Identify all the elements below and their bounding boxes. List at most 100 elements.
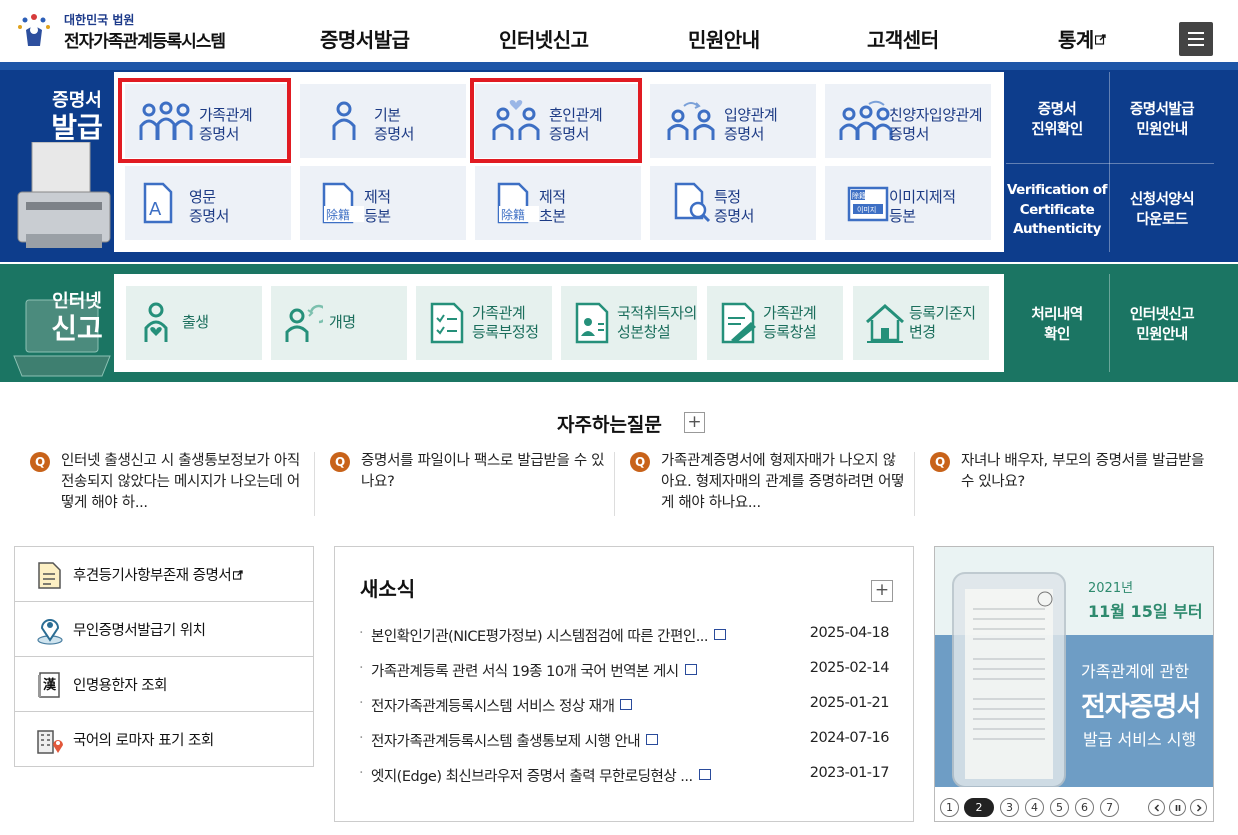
- hamburger-menu-button[interactable]: [1179, 22, 1213, 56]
- tile-label: 이미지제적 등본: [889, 188, 956, 225]
- question-icon: Q: [30, 452, 50, 472]
- banner-date: 11월 15일 부터: [1088, 602, 1203, 621]
- banner-page-1[interactable]: 1: [940, 798, 959, 817]
- site-title[interactable]: 전자가족관계등록시스템: [64, 27, 226, 52]
- svg-text:除籍: 除籍: [852, 191, 866, 200]
- nav-statistics-label: 통계: [1058, 28, 1094, 52]
- news-item-date: 2025-02-14: [809, 660, 890, 676]
- nav-civil-guide[interactable]: 민원안내: [688, 24, 760, 53]
- nav-customer-center[interactable]: 고객센터: [867, 24, 939, 53]
- tile-image-register-copy[interactable]: 除籍 이미지 이미지제적 등본: [825, 166, 991, 240]
- document-icon: [620, 699, 633, 710]
- quick-link-kiosk-location[interactable]: 무인증명서발급기 위치: [15, 602, 313, 657]
- banner-prev-icon[interactable]: [1148, 799, 1165, 816]
- quick-link-label: 국어의 로마자 표기 조회: [73, 733, 214, 749]
- process-history-link[interactable]: 처리내역 확인: [1006, 305, 1108, 345]
- english-doc-icon: A: [143, 182, 173, 224]
- tile-specific-cert[interactable]: 특정 증명서: [650, 166, 816, 240]
- tile-label: 가족관계 등록창설: [763, 304, 817, 341]
- verification-link[interactable]: Verification of Certificate Authenticity: [1006, 181, 1108, 240]
- news-item-date: 2025-04-18: [809, 625, 890, 641]
- e-cert-banner[interactable]: 2021년 11월 15일 부터 가족관계에 관한 전자증명서 발급 서비스 시…: [934, 546, 1214, 822]
- external-link-icon: [233, 570, 243, 580]
- tile-label: 입양관계 증명서: [724, 106, 778, 143]
- banner-page-2[interactable]: 2: [964, 798, 994, 817]
- highlight-box: [118, 78, 291, 163]
- svg-text:이미지: 이미지: [857, 205, 876, 214]
- question-icon: Q: [330, 452, 350, 472]
- news-item-title: 전자가족관계등록시스템 출생통보제 시행 안내: [371, 730, 659, 751]
- image-doc-icon: 除籍 이미지: [847, 186, 889, 222]
- tile-full-adoption-cert[interactable]: 친양자입양관계 증명서: [825, 84, 991, 158]
- pen-doc-icon: [721, 302, 756, 344]
- house-icon: [866, 303, 904, 343]
- nav-cert-issue[interactable]: 증명서발급: [320, 24, 410, 53]
- svg-text:除籍: 除籍: [501, 207, 525, 222]
- news-item[interactable]: · 전자가족관계등록시스템 서비스 정상 재개 2025-01-21: [359, 695, 890, 719]
- tile-register-creation[interactable]: 가족관계 등록창설: [707, 286, 843, 360]
- tile-label: 가족관계 등록부정정: [472, 304, 539, 341]
- banner-pause-icon[interactable]: [1169, 799, 1186, 816]
- faq-text: 인터넷 출생신고 시 출생통보정보가 아직 전송되지 않았다는 메시지가 나오는…: [61, 453, 300, 511]
- tile-birth-report[interactable]: 출생: [126, 286, 262, 360]
- search-doc-icon: [674, 182, 711, 223]
- news-item[interactable]: · 엣지(Edge) 최신브라우저 증명서 출력 무한로딩현상 ... 2023-0…: [359, 765, 890, 789]
- report-civil-guide-link[interactable]: 인터넷신고 민원안내: [1110, 305, 1214, 345]
- nav-statistics[interactable]: 통계: [1058, 24, 1106, 53]
- certificate-label-large: 발급: [51, 111, 103, 144]
- banner-next-icon[interactable]: [1190, 799, 1207, 816]
- faq-divider: [314, 452, 315, 516]
- tile-base-address-change[interactable]: 등록기준지 변경: [853, 286, 989, 360]
- quick-link-guardianship-cert[interactable]: 후견등기사항부존재 증명서: [15, 547, 313, 602]
- tile-adoption-cert[interactable]: 입양관계 증명서: [650, 84, 816, 158]
- banner-page-5[interactable]: 5: [1050, 798, 1069, 817]
- banner-line2: 전자증명서: [1081, 692, 1201, 723]
- register-doc-icon: 除籍: [322, 182, 364, 224]
- news-item[interactable]: · 가족관계등록 관련 서식 19종 10개 국어 번역본 게시 2025-02-1…: [359, 660, 890, 684]
- court-logo-icon[interactable]: [14, 8, 54, 50]
- tile-register-correction[interactable]: 가족관계 등록부정정: [416, 286, 552, 360]
- certificate-band-top: [0, 62, 1238, 70]
- birth-icon: [144, 302, 168, 342]
- checklist-icon: [430, 302, 464, 344]
- tile-label: 등록기준지 변경: [909, 304, 976, 341]
- full-adoption-icon: [839, 100, 893, 140]
- faq-more-button[interactable]: +: [684, 412, 705, 433]
- quick-link-hanja-lookup[interactable]: 漢 인명용한자 조회: [15, 657, 313, 712]
- tile-naturalized-surname[interactable]: 국적취득자의 성본창설: [561, 286, 697, 360]
- document-icon: [698, 769, 711, 780]
- banner-page-3[interactable]: 3: [1000, 798, 1019, 817]
- news-item[interactable]: · 본인확인기관(NICE평가정보) 시스템점검에 따른 간편인... 2025-0…: [359, 625, 890, 649]
- banner-line3: 발급 서비스 시행: [1083, 730, 1197, 749]
- tile-removed-register-copy[interactable]: 除籍 제적 등본: [300, 166, 466, 240]
- hanja-book-icon: 漢: [38, 672, 60, 698]
- nav-internet-report[interactable]: 인터넷신고: [499, 24, 589, 53]
- news-more-button[interactable]: +: [871, 580, 893, 602]
- bullet: ·: [359, 660, 364, 676]
- tile-label: 친양자입양관계 증명서: [889, 106, 983, 143]
- tile-removed-register-extract[interactable]: 除籍 제적 초본: [475, 166, 641, 240]
- tile-label: 출생: [182, 313, 209, 331]
- tile-basic-cert[interactable]: 기본 증명서: [300, 84, 466, 158]
- tile-name-change[interactable]: 개명: [271, 286, 407, 360]
- question-icon: Q: [630, 452, 650, 472]
- tile-english-cert[interactable]: A 영문 증명서: [125, 166, 291, 240]
- svg-text:除籍: 除籍: [326, 207, 350, 222]
- news-item-title: 본인확인기관(NICE평가정보) 시스템점검에 따른 간편인...: [371, 625, 727, 646]
- banner-page-4[interactable]: 4: [1025, 798, 1044, 817]
- document-icon: [38, 562, 61, 589]
- cert-civil-guide-link[interactable]: 증명서발급 민원안내: [1110, 100, 1214, 140]
- smartphone-icon: [952, 572, 1066, 787]
- side-divider: [1006, 163, 1214, 164]
- news-item[interactable]: · 전자가족관계등록시스템 출생통보제 시행 안내 2024-07-16: [359, 730, 890, 754]
- quick-link-romanization[interactable]: 국어의 로마자 표기 조회: [15, 712, 313, 767]
- document-icon: [646, 734, 659, 745]
- printer-icon: [17, 142, 111, 248]
- banner-page-7[interactable]: 7: [1100, 798, 1119, 817]
- cert-verify-link[interactable]: 증명서 진위확인: [1006, 100, 1108, 140]
- quick-links: 후견등기사항부존재 증명서 무인증명서발급기 위치 漢 인명용한자 조회 국어의…: [14, 546, 314, 767]
- banner-page-6[interactable]: 6: [1075, 798, 1094, 817]
- bullet: ·: [359, 625, 364, 641]
- banner-year: 2021년: [1088, 581, 1134, 596]
- form-download-link[interactable]: 신청서양식 다운로드: [1110, 190, 1214, 230]
